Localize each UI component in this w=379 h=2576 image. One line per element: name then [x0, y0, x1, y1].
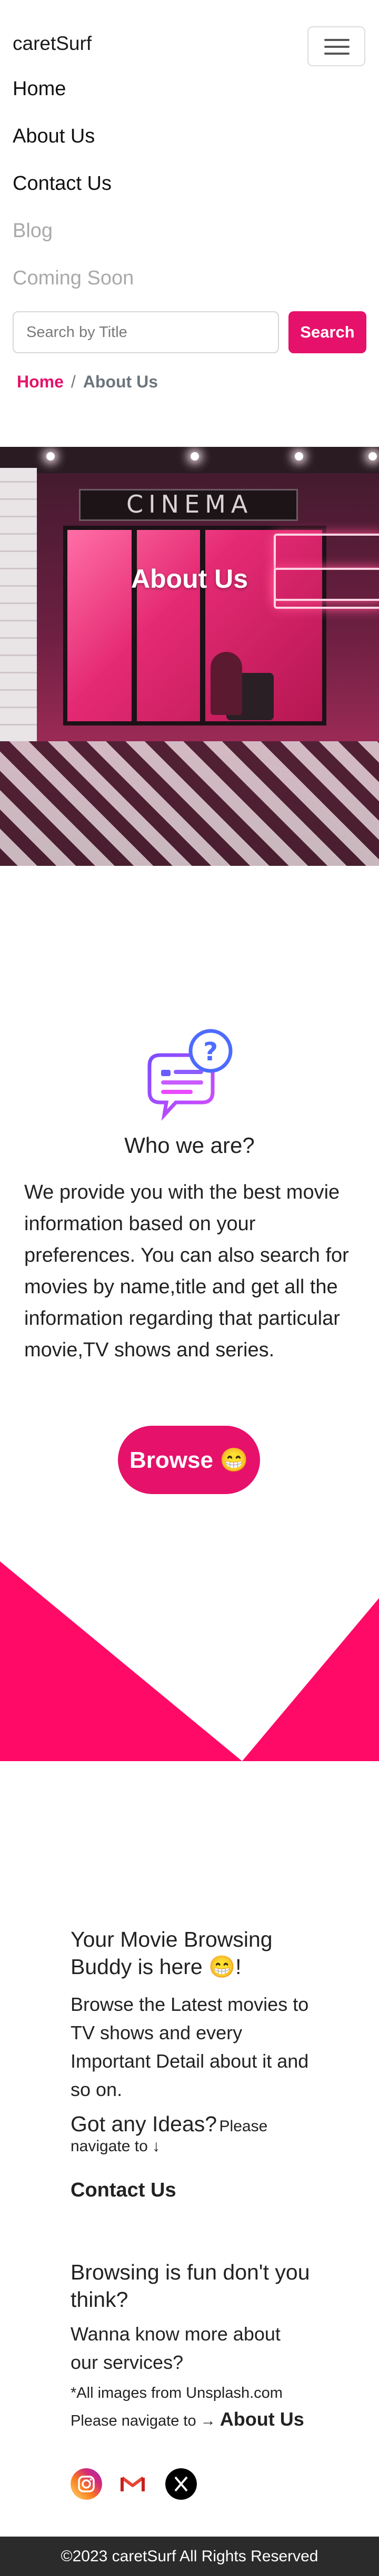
- navigate-hint: Please navigate to →: [71, 2413, 216, 2429]
- decorative-chevron: [0, 1561, 379, 1761]
- about-nav-block: Please navigate to → About Us: [71, 2408, 313, 2432]
- svg-text:?: ?: [203, 1037, 218, 1067]
- search-input[interactable]: [13, 311, 279, 353]
- hamburger-icon: [324, 39, 350, 41]
- x-icon[interactable]: [165, 2468, 197, 2500]
- footer-copyright: ©2023 caretSurf All Rights Reserved: [61, 2548, 318, 2565]
- instagram-icon[interactable]: [71, 2468, 102, 2500]
- image-credit: *All images from Unsplash.com: [71, 2385, 283, 2401]
- cinema-sign: CINEMA: [126, 490, 253, 518]
- hero-banner: CINEMA About Us: [0, 447, 379, 866]
- buddy-heading: Your Movie Browsing Buddy is here 😁!: [71, 1927, 273, 1979]
- gmail-icon[interactable]: [117, 2468, 148, 2500]
- nav-link-about[interactable]: About Us: [13, 125, 95, 148]
- chat-question-icon: ?: [147, 1029, 233, 1121]
- fun-text: Wanna know more about our services?: [71, 2323, 281, 2373]
- hero-title: About Us: [131, 564, 248, 594]
- search-button[interactable]: Search: [288, 311, 366, 353]
- ideas-heading: Got any Ideas?: [71, 2112, 217, 2136]
- footer: ©2023 caretSurf All Rights Reserved: [0, 2537, 379, 2576]
- menu-toggle-button[interactable]: [307, 26, 365, 66]
- brand-logo[interactable]: caretSurf: [13, 33, 92, 55]
- breadcrumb: Home / About Us: [17, 372, 158, 392]
- breadcrumb-separator: /: [71, 372, 76, 391]
- nav-link-home[interactable]: Home: [13, 78, 66, 100]
- who-we-are-heading: Who we are?: [124, 1133, 255, 1158]
- fun-heading: Browsing is fun don't you think?: [71, 2260, 310, 2312]
- contact-us-link[interactable]: Contact Us: [71, 2176, 313, 2204]
- breadcrumb-home-link[interactable]: Home: [17, 372, 64, 391]
- about-us-link[interactable]: About Us: [220, 2408, 304, 2430]
- breadcrumb-current: About Us: [83, 372, 158, 391]
- browse-button[interactable]: Browse 😁: [118, 1426, 260, 1494]
- navbar: caretSurf Home About Us Contact Us Blog …: [0, 0, 379, 447]
- buddy-text: Browse the Latest movies to TV shows and…: [71, 1994, 309, 2100]
- ideas-block: Got any Ideas? Please navigate to ↓: [71, 2110, 313, 2155]
- nav-link-coming-soon[interactable]: Coming Soon: [13, 267, 134, 290]
- who-we-are-text: We provide you with the best movie infor…: [24, 1181, 349, 1361]
- nav-link-blog[interactable]: Blog: [13, 220, 53, 242]
- nav-link-contact[interactable]: Contact Us: [13, 172, 112, 195]
